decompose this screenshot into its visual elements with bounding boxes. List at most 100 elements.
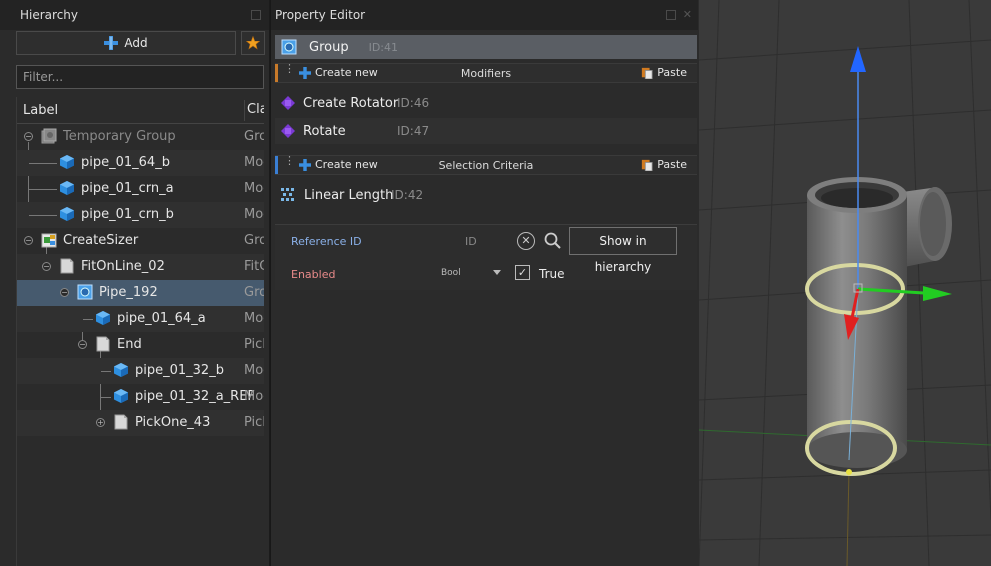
collapse-icon[interactable]: − bbox=[24, 132, 33, 141]
search-icon[interactable] bbox=[543, 231, 563, 251]
tree-row-label: pipe_01_crn_a bbox=[81, 181, 174, 196]
model-icon bbox=[114, 389, 128, 403]
property-editor-title-text: Property Editor bbox=[275, 8, 366, 22]
tree-row-pipe-01-32-a-ref[interactable]: pipe_01_32_a_REF Model bbox=[17, 384, 264, 410]
tree-row-label: pipe_01_64_a bbox=[117, 311, 206, 326]
viewport-3d[interactable] bbox=[699, 0, 991, 566]
criteria-linear-length[interactable]: Linear Length ID:42 bbox=[275, 182, 697, 208]
tree-line bbox=[101, 397, 111, 398]
tree-row-class: Model bbox=[244, 181, 264, 196]
enabled-label: Enabled bbox=[291, 268, 336, 281]
tree-row-label: pipe_01_crn_b bbox=[81, 207, 174, 222]
tree-line bbox=[29, 215, 57, 216]
modifier-icon bbox=[281, 124, 295, 138]
criteria-name: Linear Length bbox=[304, 187, 394, 203]
hierarchy-title-text: Hierarchy bbox=[20, 8, 79, 22]
tree-row-label: CreateSizer bbox=[63, 233, 139, 248]
modifiers-paste-button[interactable]: Paste bbox=[641, 66, 687, 79]
tree-line bbox=[29, 189, 57, 190]
hierarchy-title: Hierarchy bbox=[0, 0, 269, 30]
dropdown-arrow-icon[interactable] bbox=[493, 270, 501, 275]
model-icon bbox=[60, 155, 74, 169]
selection-paste-button[interactable]: Paste bbox=[641, 158, 687, 171]
dock-icon[interactable] bbox=[251, 10, 261, 20]
document-icon bbox=[114, 414, 128, 430]
close-icon[interactable]: ✕ bbox=[683, 9, 692, 21]
modifier-rotate[interactable]: Rotate ID:47 bbox=[275, 118, 697, 144]
tree-row-pickone-43[interactable]: + PickOne_43 PickOne bbox=[17, 410, 264, 436]
tree-line bbox=[29, 163, 57, 164]
modifier-icon bbox=[281, 96, 295, 110]
tree-row-class: Model bbox=[244, 389, 264, 404]
tree-line bbox=[83, 319, 93, 320]
tree-row-pipe-01-crn-b[interactable]: pipe_01_crn_b Model bbox=[17, 202, 264, 228]
tree-row-createsizer[interactable]: − CreateSizer Group bbox=[17, 228, 264, 254]
paste-label: Paste bbox=[657, 66, 687, 79]
group-name: Group bbox=[309, 39, 349, 55]
modifier-create-rotator[interactable]: Create Rotator ID:46 bbox=[275, 90, 697, 116]
reference-id-input[interactable]: ID bbox=[465, 231, 515, 253]
property-editor-panel: Property Editor ✕ Group ID:41 ⋮ Create n… bbox=[270, 0, 698, 566]
expand-icon[interactable]: + bbox=[96, 418, 105, 427]
show-in-hierarchy-button[interactable]: Show in hierarchy bbox=[569, 227, 677, 274]
tree-row-class: PickOne bbox=[244, 415, 264, 430]
modifiers-title: Modifiers bbox=[460, 67, 512, 80]
filter-input[interactable] bbox=[16, 65, 264, 89]
tree-row-pipe-01-crn-a[interactable]: pipe_01_crn_a Model bbox=[17, 176, 264, 202]
enabled-checkbox[interactable]: ✓ bbox=[515, 265, 530, 280]
tree-header: Label Class bbox=[17, 97, 264, 124]
tree-line bbox=[101, 371, 111, 372]
sizer-icon bbox=[41, 233, 57, 248]
tree-row-temporary-group[interactable]: − Temporary Group Group bbox=[17, 124, 264, 150]
tree-row-class: Model bbox=[244, 363, 264, 378]
clear-icon[interactable]: ✕ bbox=[517, 232, 535, 250]
pivot-point bbox=[846, 469, 852, 475]
viewport-canvas[interactable] bbox=[699, 0, 991, 566]
column-class[interactable]: Class bbox=[244, 100, 264, 121]
model-icon bbox=[60, 207, 74, 221]
hierarchy-panel: Hierarchy Add Label Class − bbox=[0, 0, 270, 566]
tree-row-label: pipe_01_64_b bbox=[81, 155, 170, 170]
modifiers-bar: ⋮ Create new Modifiers Paste bbox=[275, 63, 697, 83]
tree-row-class: Model bbox=[244, 155, 264, 170]
collapse-icon[interactable]: − bbox=[42, 262, 51, 271]
add-button[interactable]: Add bbox=[16, 31, 236, 55]
favorite-button[interactable] bbox=[241, 31, 265, 55]
tree-row-fitonline-02[interactable]: − FitOnLine_02 FitOnLine bbox=[17, 254, 264, 280]
tree-row-class: PickOne bbox=[244, 337, 264, 352]
paste-label: Paste bbox=[657, 158, 687, 171]
model-icon bbox=[114, 363, 128, 377]
collapse-icon[interactable]: − bbox=[60, 288, 69, 297]
group-header[interactable]: Group ID:41 bbox=[275, 35, 697, 59]
collapse-icon[interactable]: − bbox=[78, 340, 87, 349]
criteria-icon bbox=[281, 188, 294, 201]
model-icon bbox=[96, 311, 110, 325]
plus-icon bbox=[104, 36, 119, 50]
property-fields: Reference ID ID ✕ Show in hierarchy Enab… bbox=[275, 224, 697, 290]
tree-row-class: Group bbox=[244, 285, 264, 300]
selection-criteria-bar: ⋮ Create new Selection Criteria Paste bbox=[275, 155, 697, 175]
column-label[interactable]: Label bbox=[23, 103, 58, 118]
tree-row-class: Group bbox=[244, 129, 264, 144]
paste-icon bbox=[642, 159, 653, 171]
tree-row-end[interactable]: − End PickOne bbox=[17, 332, 264, 358]
selection-title: Selection Criteria bbox=[438, 159, 534, 172]
pipe-main bbox=[807, 177, 907, 468]
tree-row-label: pipe_01_32_b bbox=[135, 363, 224, 378]
add-button-label: Add bbox=[124, 36, 148, 50]
tree-row-class: Group bbox=[244, 233, 264, 248]
document-icon bbox=[60, 258, 74, 274]
tree-row-pipe-01-64-a[interactable]: pipe_01_64_a Model bbox=[17, 306, 264, 332]
dock-icon[interactable] bbox=[666, 10, 676, 20]
collapse-icon[interactable]: − bbox=[24, 236, 33, 245]
tree-row-pipe-192[interactable]: − Pipe_192 Group bbox=[17, 280, 264, 306]
tree-row-pipe-01-32-b[interactable]: pipe_01_32_b Model bbox=[17, 358, 264, 384]
group-id: ID:41 bbox=[368, 40, 398, 54]
tree-row-label: End bbox=[117, 337, 142, 352]
tree-row-pipe-01-64-b[interactable]: pipe_01_64_b Model bbox=[17, 150, 264, 176]
tree-row-label: PickOne_43 bbox=[135, 415, 211, 430]
criteria-id: ID:42 bbox=[391, 188, 424, 202]
paste-icon bbox=[642, 67, 653, 79]
group-icon bbox=[77, 284, 93, 300]
modifier-id: ID:47 bbox=[397, 124, 430, 138]
